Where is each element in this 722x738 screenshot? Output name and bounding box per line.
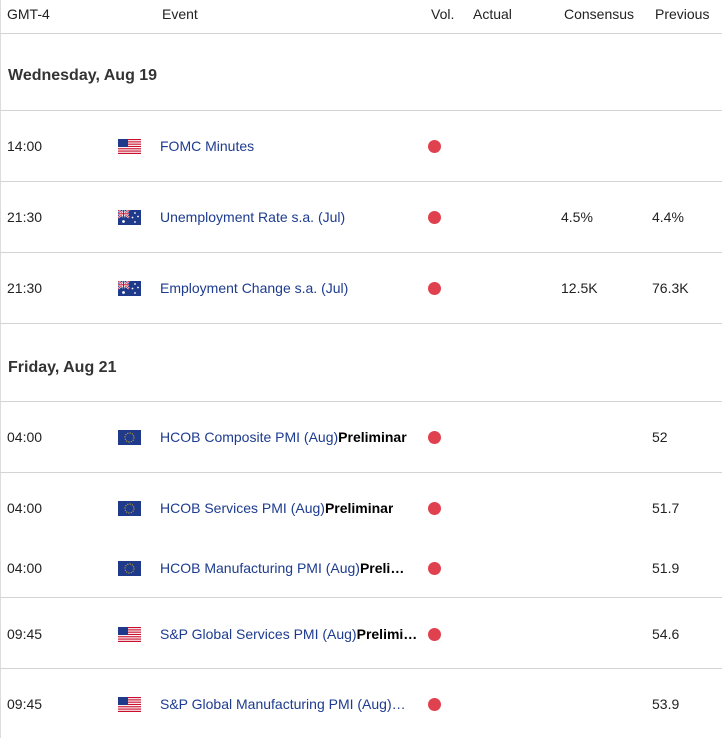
event-row[interactable]: 09:45 S&P Global Services PMI (Aug)Preli… — [0, 597, 722, 668]
volatility-high-icon — [428, 562, 441, 575]
volatility-high-icon — [428, 628, 441, 641]
event-name[interactable]: FOMC Minutes — [160, 138, 254, 154]
eu-flag-icon — [118, 430, 141, 445]
event-row[interactable]: 21:30 Employment Change s.a. (Jul) 12.5K… — [0, 252, 722, 323]
header-previous: Previous — [655, 6, 710, 22]
event-row[interactable]: 21:30 Unemployment Rate s.a. (Jul) 4.5% … — [0, 181, 722, 252]
header-timezone[interactable]: GMT-4 — [7, 6, 50, 22]
event-row[interactable]: 09:45 S&P Global Manufacturing PMI (Aug)… — [0, 668, 722, 738]
header-vol: Vol. — [431, 6, 455, 22]
event-time: 21:30 — [7, 280, 43, 296]
event-previous: 4.4% — [652, 209, 684, 225]
us-flag-icon — [118, 697, 141, 712]
volatility-high-icon — [428, 140, 441, 153]
event-previous: 54.6 — [652, 626, 680, 642]
eu-flag-icon — [118, 501, 141, 516]
event-name[interactable]: S&P Global Manufacturing PMI (Aug)… — [160, 696, 406, 712]
event-previous: 51.9 — [652, 560, 680, 576]
us-flag-icon — [118, 627, 141, 642]
event-name[interactable]: Employment Change s.a. (Jul) — [160, 280, 348, 296]
event-time: 14:00 — [7, 138, 43, 154]
event-previous: 53.9 — [652, 696, 680, 712]
event-previous: 52 — [652, 429, 668, 445]
event-time: 04:00 — [7, 429, 43, 445]
event-time: 09:45 — [7, 696, 43, 712]
header-event: Event — [162, 6, 198, 22]
event-name[interactable]: HCOB Composite PMI (Aug)Preliminar — [160, 429, 407, 445]
volatility-high-icon — [428, 211, 441, 224]
eu-flag-icon — [118, 561, 141, 576]
volatility-high-icon — [428, 431, 441, 444]
event-time: 04:00 — [7, 560, 43, 576]
header-divider — [0, 33, 722, 34]
header-consensus: Consensus — [564, 6, 635, 22]
event-consensus: 4.5% — [561, 209, 593, 225]
event-name[interactable]: S&P Global Services PMI (Aug)Prelimi… — [160, 626, 417, 642]
event-name[interactable]: HCOB Manufacturing PMI (Aug)Preli… — [160, 560, 404, 576]
day-label: Wednesday, Aug 19 — [8, 67, 158, 84]
event-previous: 76.3K — [652, 280, 689, 296]
table-header: GMT-4 Event Vol. Actual Consensus Previo… — [0, 0, 722, 32]
volatility-high-icon — [428, 502, 441, 515]
event-previous: 51.7 — [652, 500, 680, 516]
event-time: 21:30 — [7, 209, 43, 225]
day-label: Friday, Aug 21 — [8, 359, 117, 376]
au-flag-icon — [118, 210, 141, 225]
event-row[interactable]: 04:00 HCOB Manufacturing PMI (Aug)Preli…… — [0, 532, 722, 592]
event-time: 09:45 — [7, 626, 43, 642]
volatility-high-icon — [428, 698, 441, 711]
event-time: 04:00 — [7, 500, 43, 516]
row-divider — [0, 323, 722, 324]
event-name[interactable]: HCOB Services PMI (Aug)Preliminar — [160, 500, 393, 516]
header-actual: Actual — [473, 6, 512, 22]
us-flag-icon — [118, 139, 141, 154]
volatility-high-icon — [428, 282, 441, 295]
au-flag-icon — [118, 281, 141, 296]
event-row[interactable]: 04:00 HCOB Composite PMI (Aug)Preliminar… — [0, 401, 722, 472]
event-consensus: 12.5K — [561, 280, 598, 296]
event-row[interactable]: 14:00 FOMC Minutes — [0, 110, 722, 181]
event-name[interactable]: Unemployment Rate s.a. (Jul) — [160, 209, 345, 225]
